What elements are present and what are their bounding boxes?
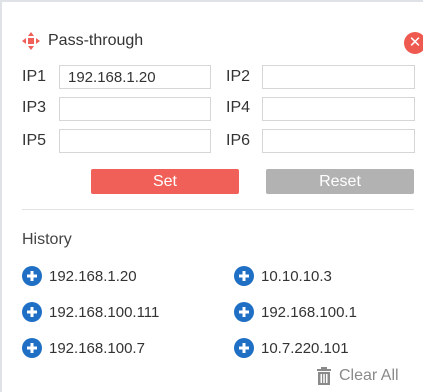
history-title: History — [22, 231, 72, 248]
history-item-ip: 192.168.100.7 — [49, 339, 145, 357]
history-item[interactable]: 192.168.100.111 — [22, 302, 159, 322]
clear-all-button[interactable]: Clear All — [315, 365, 399, 387]
panel-header: Pass-through — [22, 30, 143, 52]
reset-button[interactable]: Reset — [266, 169, 414, 194]
clear-all-label: Clear All — [339, 367, 399, 384]
close-button[interactable]: ✕ — [404, 32, 423, 54]
add-circle-icon[interactable] — [22, 266, 42, 286]
ip3-label: IP3 — [22, 99, 47, 116]
add-circle-icon[interactable] — [22, 302, 42, 322]
divider — [22, 209, 414, 210]
ip6-input[interactable] — [262, 129, 415, 153]
trash-icon — [315, 367, 333, 385]
history-item-ip: 192.168.100.1 — [261, 303, 357, 321]
history-item-ip: 192.168.1.20 — [49, 267, 137, 285]
add-circle-icon[interactable] — [234, 266, 254, 286]
add-circle-icon[interactable] — [234, 338, 254, 358]
add-circle-icon[interactable] — [234, 302, 254, 322]
add-circle-icon[interactable] — [22, 338, 42, 358]
history-item-ip: 10.7.220.101 — [261, 339, 349, 357]
history-item[interactable]: 192.168.100.1 — [234, 302, 357, 322]
ip1-input[interactable] — [59, 65, 211, 89]
ip3-input[interactable] — [59, 97, 211, 121]
history-item[interactable]: 10.7.220.101 — [234, 338, 349, 358]
panel-title: Pass-through — [48, 32, 144, 49]
ip2-input[interactable] — [262, 65, 415, 89]
ip5-label: IP5 — [22, 132, 47, 149]
ip5-input[interactable] — [59, 129, 211, 153]
ip4-label: IP4 — [226, 99, 251, 116]
history-item-ip: 192.168.100.111 — [49, 303, 160, 321]
ip2-label: IP2 — [226, 68, 251, 85]
set-button[interactable]: Set — [91, 169, 239, 194]
history-item-ip: 10.10.10.3 — [261, 267, 332, 285]
history-item[interactable]: 192.168.100.7 — [22, 338, 145, 358]
history-item[interactable]: 10.10.10.3 — [234, 266, 332, 286]
ip6-label: IP6 — [226, 132, 251, 149]
pass-through-panel: Pass-through ✕ IP1 IP2 IP3 IP4 IP5 IP6 S… — [0, 0, 423, 392]
move-arrows-icon — [22, 32, 40, 50]
ip1-label: IP1 — [22, 68, 47, 85]
history-item[interactable]: 192.168.1.20 — [22, 266, 137, 286]
ip4-input[interactable] — [262, 97, 415, 121]
close-icon: ✕ — [408, 34, 422, 51]
